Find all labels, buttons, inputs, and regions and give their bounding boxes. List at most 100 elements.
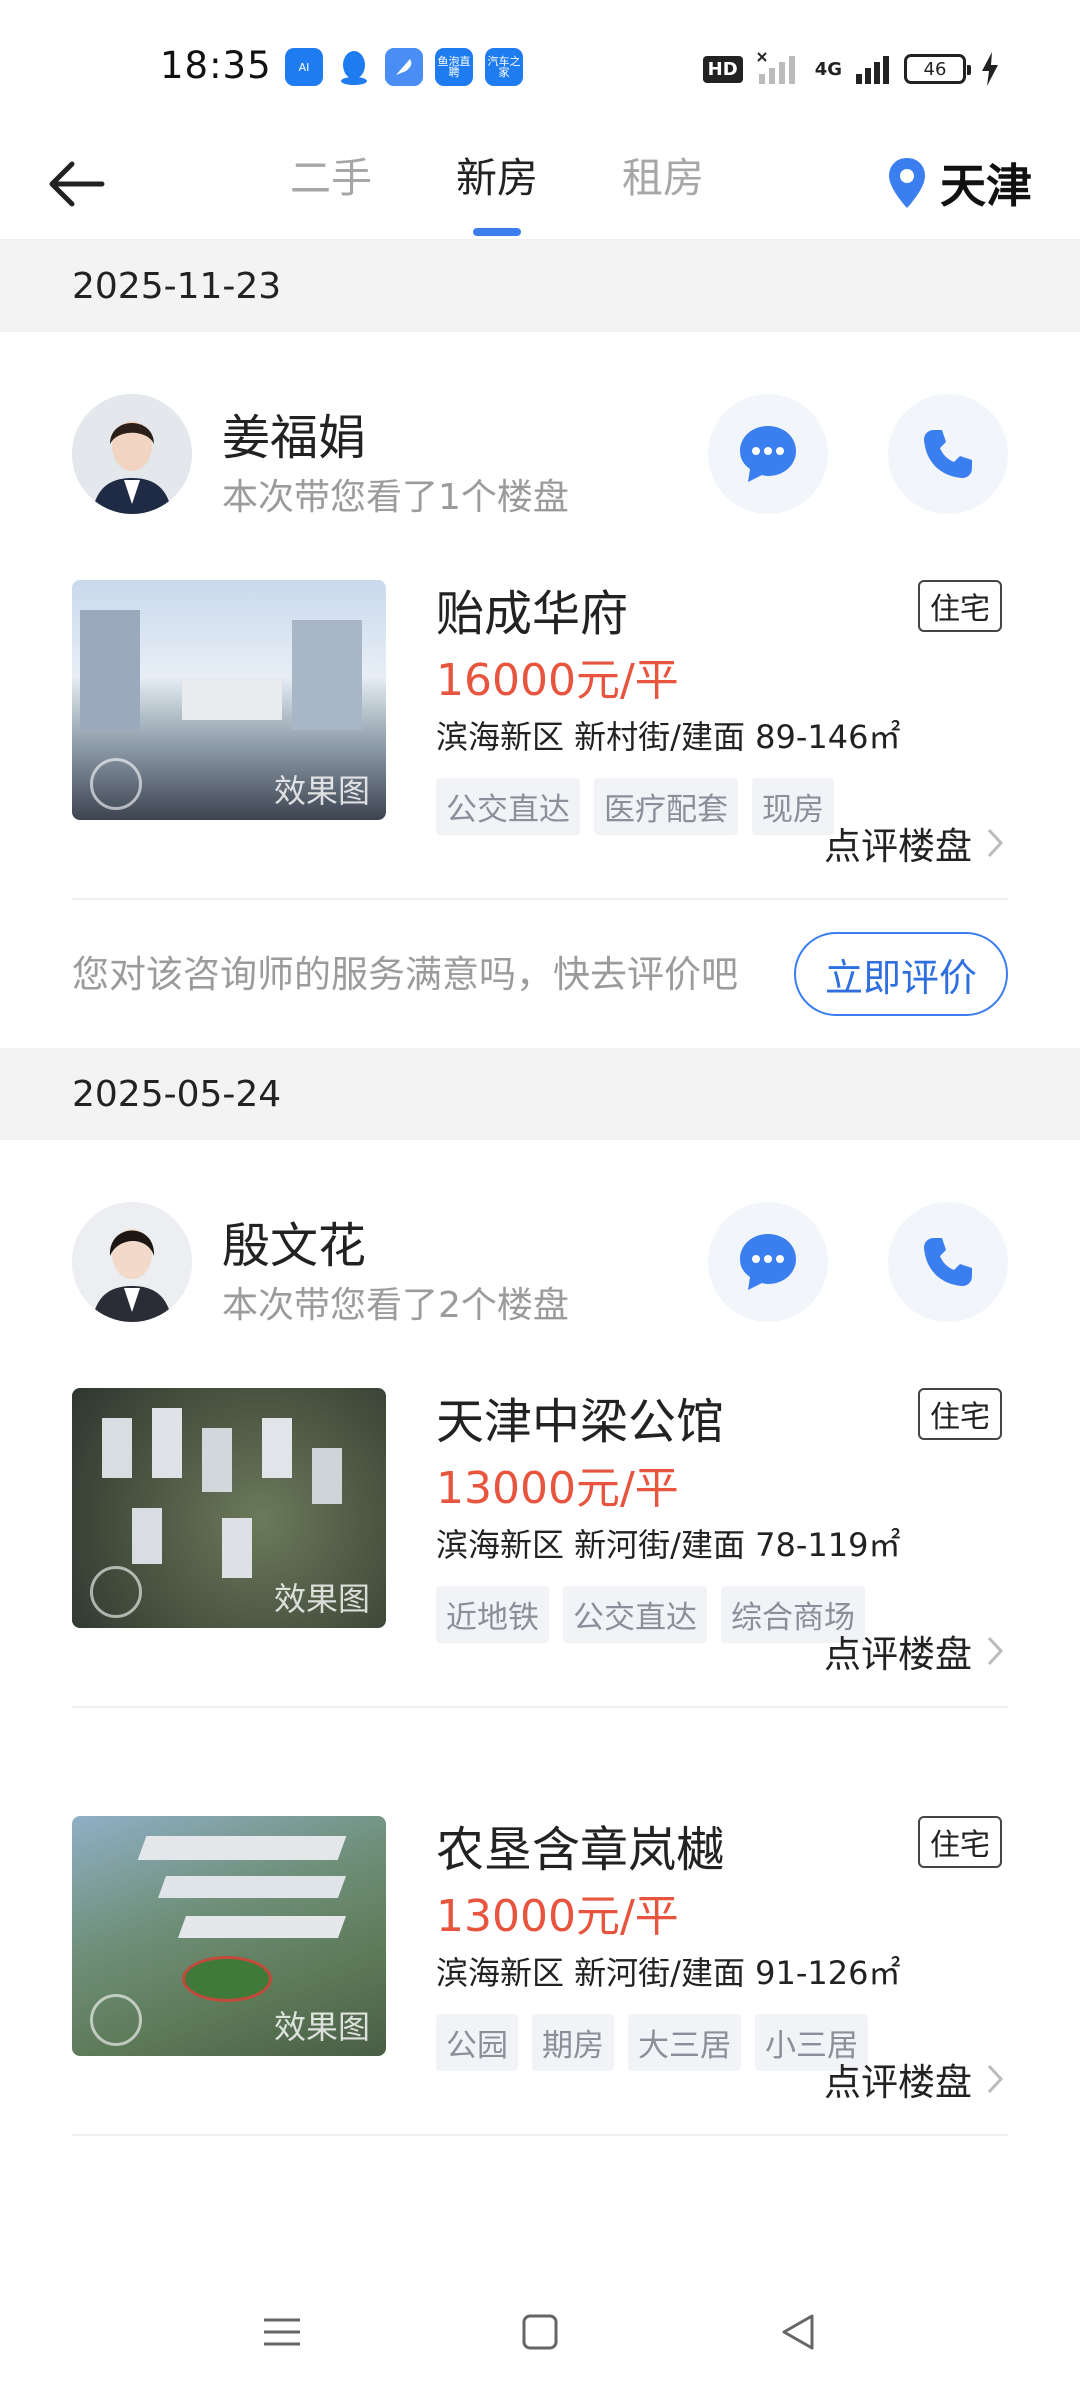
network-type: 4G <box>814 58 842 80</box>
house-name: 农垦含章岚樾 <box>436 1822 725 1878</box>
house-price: 13000元/平 <box>436 1463 679 1514</box>
house-image: 效果图 <box>72 1816 386 2056</box>
house-item[interactable]: 效果图 天津中梁公馆 住宅 13000元/平 滨海新区 新河街/建面 78-11… <box>0 1388 1080 1708</box>
chat-bubble-icon <box>740 1234 796 1290</box>
feather-icon <box>385 48 423 86</box>
divider <box>72 1706 1008 1708</box>
review-house-link[interactable]: 点评楼盘 <box>824 2052 1004 2106</box>
back-triangle-icon[interactable] <box>778 2312 818 2352</box>
status-time: 18:35 <box>160 44 272 87</box>
system-nav-bar <box>0 2262 1080 2400</box>
house-tag: 近地铁 <box>436 1586 549 1643</box>
review-house-link[interactable]: 点评楼盘 <box>824 816 1004 870</box>
review-house-label: 点评楼盘 <box>824 825 972 868</box>
call-button[interactable] <box>888 394 1008 514</box>
house-tag: 公交直达 <box>436 778 580 835</box>
qq-icon <box>335 48 373 86</box>
tab-label: 新房 <box>456 154 538 202</box>
yupao-icon: 鱼泡直聘 <box>435 48 473 86</box>
ai-app-icon: AI <box>285 48 323 86</box>
house-address: 滨海新区 新河街/建面 91-126㎡ <box>436 1954 901 1992</box>
tab-indicator <box>473 228 521 236</box>
menu-icon[interactable] <box>262 2312 302 2352</box>
house-image: 效果图 <box>72 1388 386 1628</box>
rate-now-button[interactable]: 立即评价 <box>794 932 1008 1016</box>
brand-logo-icon <box>90 1994 142 2046</box>
chat-button[interactable] <box>708 1202 828 1322</box>
chevron-right-icon <box>987 1636 1004 1666</box>
charging-icon <box>982 52 998 86</box>
house-type-tabs: 二手 新房 租房 <box>290 144 704 236</box>
back-button[interactable] <box>44 152 108 216</box>
house-tags: 公交直达 医疗配套 现房 <box>436 778 834 835</box>
image-watermark: 效果图 <box>273 2008 370 2046</box>
status-bar: 18:35 AI 鱼泡直聘 汽车之家 HD 4G 46 <box>0 0 1080 130</box>
review-house-link[interactable]: 点评楼盘 <box>824 1624 1004 1678</box>
tab-second-hand[interactable]: 二手 <box>290 144 372 236</box>
tab-rental[interactable]: 租房 <box>622 144 704 236</box>
notification-icons: AI 鱼泡直聘 汽车之家 <box>285 48 523 86</box>
house-address: 滨海新区 新河街/建面 78-119㎡ <box>436 1526 901 1564</box>
brand-logo-icon <box>90 758 142 810</box>
review-house-label: 点评楼盘 <box>824 2061 972 2104</box>
agent-visit-summary: 本次带您看了2个楼盘 <box>222 1285 569 1326</box>
battery-icon: 46 <box>904 54 971 84</box>
arrow-left-icon <box>49 161 105 207</box>
agent-card: 姜福娟 本次带您看了1个楼盘 <box>0 332 1080 580</box>
image-watermark: 效果图 <box>273 772 370 810</box>
review-house-label: 点评楼盘 <box>824 1633 972 1676</box>
chat-bubble-icon <box>740 426 796 482</box>
call-button[interactable] <box>888 1202 1008 1322</box>
house-item[interactable]: 效果图 农垦含章岚樾 住宅 13000元/平 滨海新区 新河街/建面 91-12… <box>0 1816 1080 2136</box>
property-type-badge: 住宅 <box>918 1816 1002 1868</box>
avatar[interactable] <box>72 394 192 514</box>
rating-prompt: 您对该咨询师的服务满意吗，快去评价吧 <box>72 953 738 996</box>
location-pin-icon <box>889 158 925 208</box>
tab-new-house[interactable]: 新房 <box>456 144 538 236</box>
weather-app-icon: 汽车之家 <box>485 48 523 86</box>
signal-icon <box>756 52 795 84</box>
phone-icon <box>924 430 972 478</box>
divider <box>72 2134 1008 2136</box>
visit-history-list: 2025-11-23 姜福娟 本次带您看了1个楼盘 效果图 贻成华府 住宅 16… <box>0 240 1080 2136</box>
house-price: 16000元/平 <box>436 655 679 706</box>
rating-prompt-row: 您对该咨询师的服务满意吗，快去评价吧 立即评价 <box>0 900 1080 1048</box>
visit-date: 2025-11-23 <box>0 240 1080 332</box>
house-name: 贻成华府 <box>436 586 629 642</box>
city-name: 天津 <box>940 159 1032 213</box>
house-tag: 现房 <box>752 778 834 835</box>
house-tag: 大三居 <box>628 2014 741 2071</box>
avatar[interactable] <box>72 1202 192 1322</box>
house-image: 效果图 <box>72 580 386 820</box>
house-tag: 医疗配套 <box>594 778 738 835</box>
image-watermark: 效果图 <box>273 1580 370 1618</box>
chevron-right-icon <box>987 2064 1004 2094</box>
house-item[interactable]: 效果图 贻成华府 住宅 16000元/平 滨海新区 新村街/建面 89-146㎡… <box>0 580 1080 900</box>
property-type-badge: 住宅 <box>918 1388 1002 1440</box>
property-type-badge: 住宅 <box>918 580 1002 632</box>
tab-label: 二手 <box>290 154 372 202</box>
agent-name: 殷文花 <box>222 1218 367 1274</box>
tab-label: 租房 <box>622 154 704 202</box>
home-icon[interactable] <box>520 2312 560 2352</box>
visit-date: 2025-05-24 <box>0 1048 1080 1140</box>
house-tags: 公园 期房 大三居 小三居 <box>436 2014 868 2071</box>
chat-button[interactable] <box>708 394 828 514</box>
house-address: 滨海新区 新村街/建面 89-146㎡ <box>436 718 901 756</box>
brand-logo-icon <box>90 1566 142 1618</box>
city-selector[interactable]: 天津 <box>886 150 1032 216</box>
hd-icon: HD <box>702 55 743 83</box>
house-name: 天津中梁公馆 <box>436 1394 725 1450</box>
agent-name: 姜福娟 <box>222 410 367 466</box>
phone-icon <box>924 1238 972 1286</box>
house-tag: 期房 <box>532 2014 614 2071</box>
house-price: 13000元/平 <box>436 1891 679 1942</box>
chevron-right-icon <box>987 828 1004 858</box>
house-tags: 近地铁 公交直达 综合商场 <box>436 1586 865 1643</box>
signal-strong-icon <box>856 56 889 84</box>
house-tag: 公交直达 <box>563 1586 707 1643</box>
top-nav: 二手 新房 租房 天津 <box>0 130 1080 240</box>
agent-card: 殷文花 本次带您看了2个楼盘 <box>0 1140 1080 1388</box>
system-icons: HD 4G 46 <box>702 52 1000 86</box>
